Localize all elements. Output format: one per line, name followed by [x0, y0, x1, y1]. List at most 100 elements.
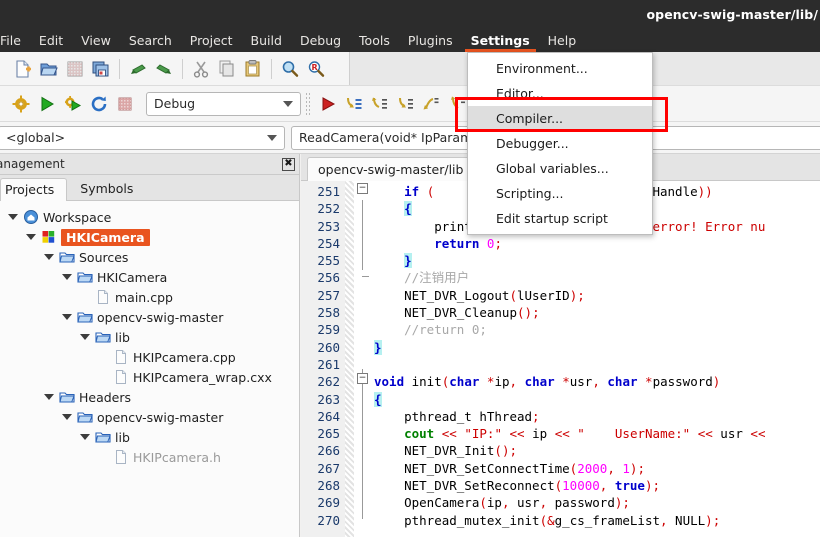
- code-line[interactable]: NET_DVR_Init();: [374, 442, 820, 459]
- expand-arrow-icon[interactable]: [26, 234, 36, 240]
- editor-tab-hkipcamera[interactable]: opencv-swig-master/lib: [307, 157, 475, 181]
- menu-item-scripting[interactable]: Scripting...: [468, 181, 652, 206]
- save-all-icon[interactable]: [88, 56, 114, 82]
- codeblocks-ide-window: opencv-swig-master/lib/ File Edit View S…: [0, 0, 820, 537]
- expand-arrow-icon[interactable]: [8, 214, 18, 220]
- menu-project[interactable]: Project: [181, 28, 242, 52]
- new-file-icon[interactable]: [10, 56, 36, 82]
- tree-item-hkicamera[interactable]: HKICamera: [0, 267, 299, 287]
- rebuild-icon[interactable]: [86, 91, 112, 117]
- step-into-icon[interactable]: [341, 91, 367, 117]
- expand-arrow-icon[interactable]: [80, 434, 90, 440]
- menu-item-global-variables[interactable]: Global variables...: [468, 156, 652, 181]
- tree-item-workspace[interactable]: Workspace: [0, 207, 299, 227]
- fold-margin[interactable]: − −: [354, 181, 372, 537]
- code-line[interactable]: NET_DVR_SetReconnect(10000, true);: [374, 477, 820, 494]
- tree-item-lib[interactable]: lib: [0, 327, 299, 347]
- code-line[interactable]: //注销用户: [374, 269, 820, 286]
- line-number: 257: [317, 287, 340, 303]
- code-line[interactable]: {: [374, 391, 820, 408]
- toolbar-grip[interactable]: [305, 91, 311, 116]
- tree-item-headers[interactable]: Headers: [0, 387, 299, 407]
- undo-icon[interactable]: [125, 56, 151, 82]
- menu-plugins[interactable]: Plugins: [399, 28, 462, 52]
- code-line[interactable]: cout << "IP:" << ip << " UserName:" << u…: [374, 425, 820, 442]
- code-line[interactable]: NET_DVR_Logout(lUserID);: [374, 287, 820, 304]
- expand-arrow-icon[interactable]: [80, 334, 90, 340]
- code-line[interactable]: pthread_t hThread;: [374, 408, 820, 425]
- code-line[interactable]: //return 0;: [374, 321, 820, 338]
- code-line[interactable]: }: [374, 339, 820, 356]
- save-icon[interactable]: [62, 56, 88, 82]
- build-icon[interactable]: [8, 91, 34, 117]
- build-and-run-icon[interactable]: [60, 91, 86, 117]
- menu-debug[interactable]: Debug: [291, 28, 350, 52]
- search-icon[interactable]: [277, 56, 303, 82]
- cut-icon[interactable]: [188, 56, 214, 82]
- build-target-combo[interactable]: Debug: [146, 91, 301, 116]
- code-line[interactable]: NET_DVR_SetConnectTime(2000, 1);: [374, 460, 820, 477]
- line-number: 251: [317, 184, 340, 199]
- tree-item-hkicamera[interactable]: HKICamera: [0, 227, 299, 247]
- menu-item-debugger[interactable]: Debugger...: [468, 131, 652, 156]
- fold-box-263[interactable]: −: [357, 373, 368, 384]
- debug-continue-icon[interactable]: [315, 91, 341, 117]
- tree-item-sources[interactable]: Sources: [0, 247, 299, 267]
- abort-icon[interactable]: [112, 91, 138, 117]
- tab-symbols[interactable]: Symbols: [67, 177, 146, 200]
- close-icon[interactable]: ✖: [282, 157, 295, 171]
- code-line[interactable]: pthread_mutex_init(&g_cs_frameList, NULL…: [374, 512, 820, 529]
- code-line[interactable]: }: [374, 252, 820, 269]
- tree-item-hkipcamera-wrap-cxx[interactable]: HKIPcamera_wrap.cxx: [0, 367, 299, 387]
- menu-bar[interactable]: File Edit View Search Project Build Debu…: [0, 28, 820, 52]
- menu-tools[interactable]: Tools: [350, 28, 399, 52]
- next-instruction-icon[interactable]: [419, 91, 445, 117]
- project-tree[interactable]: Workspace HKICamera Sources HKICamera main.c…: [0, 201, 299, 537]
- step-out-icon[interactable]: [367, 91, 393, 117]
- tree-item-main-cpp[interactable]: main.cpp: [0, 287, 299, 307]
- expand-arrow-icon[interactable]: [44, 254, 54, 260]
- tree-item-hkipcamera-cpp[interactable]: HKIPcamera.cpp: [0, 347, 299, 367]
- expand-arrow-icon[interactable]: [62, 314, 72, 320]
- code-line[interactable]: OpenCamera(ip, usr, password);: [374, 494, 820, 511]
- paste-icon[interactable]: [240, 56, 266, 82]
- menu-build[interactable]: Build: [242, 28, 291, 52]
- marker-margin[interactable]: [345, 181, 354, 537]
- tree-item-opencv-swig-master[interactable]: opencv-swig-master: [0, 307, 299, 327]
- menu-view[interactable]: View: [72, 28, 120, 52]
- settings-dropdown-menu[interactable]: Environment... Editor... Compiler... Deb…: [467, 52, 653, 235]
- expand-arrow-icon[interactable]: [62, 274, 72, 280]
- menu-edit[interactable]: Edit: [30, 28, 72, 52]
- menu-search[interactable]: Search: [120, 28, 181, 52]
- scope-combo[interactable]: <global>: [0, 125, 285, 150]
- menu-file-label: File: [0, 32, 21, 48]
- menu-help[interactable]: Help: [539, 28, 586, 52]
- code-line[interactable]: return 0;: [374, 235, 820, 252]
- code-line[interactable]: NET_DVR_Cleanup();: [374, 304, 820, 321]
- replace-icon[interactable]: R: [303, 56, 329, 82]
- folder-icon: [95, 329, 111, 345]
- tree-item-label: HKICamera: [97, 269, 168, 285]
- run-icon[interactable]: [34, 91, 60, 117]
- menu-item-edit-startup-script[interactable]: Edit startup script: [468, 206, 652, 231]
- code-line[interactable]: [374, 356, 820, 373]
- menu-file[interactable]: File: [0, 28, 30, 52]
- expand-arrow-icon[interactable]: [44, 394, 54, 400]
- tree-item-opencv-swig-master[interactable]: opencv-swig-master: [0, 407, 299, 427]
- next-line-icon[interactable]: [393, 91, 419, 117]
- folder-icon: [95, 429, 111, 445]
- menu-item-environment[interactable]: Environment...: [468, 56, 652, 81]
- tree-item-label: opencv-swig-master: [97, 309, 224, 325]
- menu-settings[interactable]: Settings: [462, 28, 539, 52]
- menu-item-editor[interactable]: Editor...: [468, 81, 652, 106]
- code-line[interactable]: void init(char *ip, char *usr, char *pas…: [374, 373, 820, 390]
- redo-icon[interactable]: [151, 56, 177, 82]
- tab-projects[interactable]: Projects: [0, 178, 68, 201]
- tree-item-lib[interactable]: lib: [0, 427, 299, 447]
- open-file-icon[interactable]: [36, 56, 62, 82]
- tree-item-hkipcamera-h[interactable]: HKIPcamera.h: [0, 447, 299, 467]
- expand-arrow-icon[interactable]: [62, 414, 72, 420]
- menu-item-compiler[interactable]: Compiler...: [468, 106, 652, 131]
- copy-icon[interactable]: [214, 56, 240, 82]
- fold-box-252[interactable]: −: [357, 183, 368, 194]
